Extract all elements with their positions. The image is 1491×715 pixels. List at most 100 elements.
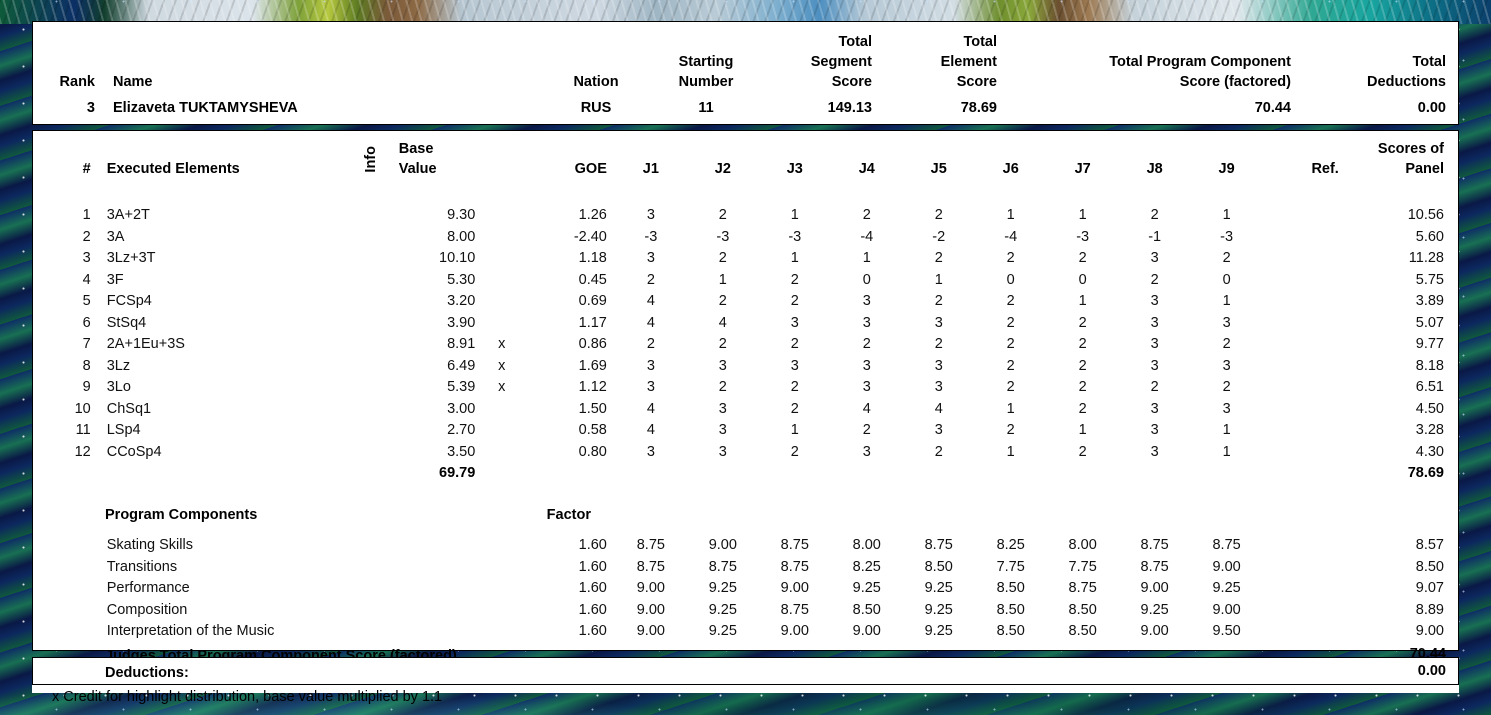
program-component-name: Composition: [106, 601, 188, 618]
pc-row-spacer-3: [426, 578, 521, 600]
element-judge-score-j1: -3: [644, 228, 658, 245]
program-components-header-row: Program Components Factor: [33, 505, 1460, 525]
element-base-value: 8.91: [447, 336, 476, 352]
element-name: 3Lo: [106, 379, 131, 395]
element-judge-score-j3: 2: [790, 293, 799, 309]
td-line1: Total: [1412, 54, 1446, 70]
element-judge-score-j9: 3: [1222, 357, 1231, 374]
col-header-goe: GOE: [574, 161, 607, 177]
element-judge-score-j7: 1: [1078, 207, 1087, 223]
table-row: 6 StSq4 3.90 1.17 4 4 3 3 3 2 2 3 3 5.07: [33, 313, 1458, 335]
element-judge-score-j8: 2: [1150, 379, 1159, 395]
pc-row-spacer-2: [389, 557, 426, 579]
element-judge-score-j6: 2: [1006, 379, 1015, 395]
element-ref: [1263, 442, 1345, 464]
program-components-title: Program Components: [105, 507, 258, 523]
tss-line1: Total: [838, 34, 872, 50]
element-judge-score-j2: -3: [716, 228, 730, 245]
element-judge-score-j5: 3: [934, 379, 943, 395]
program-component-judge-score-j7: 8.50: [1068, 623, 1097, 639]
element-judge-score-j2: 3: [718, 357, 727, 374]
deductions-value: 0.00: [1417, 663, 1446, 679]
pc-row-ref-spacer: [1263, 535, 1345, 557]
col-header-ref: Ref.: [1311, 161, 1339, 177]
program-component-judge-score-j5: 9.25: [924, 601, 953, 618]
element-number: 1: [82, 207, 91, 223]
element-judge-score-j4: 3: [862, 357, 871, 374]
element-judge-score-j4: 2: [862, 207, 871, 223]
program-component-factor: 1.60: [578, 623, 607, 639]
element-name: ChSq1: [106, 400, 152, 417]
element-judge-score-j3: 3: [790, 357, 799, 374]
element-judge-score-j2: 2: [718, 336, 727, 352]
pc-row-ref-spacer: [1263, 557, 1345, 579]
element-judge-score-j1: 3: [646, 357, 655, 374]
scores-of-panel-line2: Panel: [1405, 161, 1444, 177]
element-info-flag: x: [498, 357, 506, 374]
element-info-flag: [483, 205, 520, 227]
program-component-judge-score-j2: 9.25: [708, 580, 737, 596]
element-judge-score-j9: 2: [1222, 336, 1231, 352]
pc-row-spacer-2: [389, 621, 426, 643]
element-judge-score-j9: 3: [1222, 314, 1231, 331]
program-component-judge-score-j2: 8.75: [708, 558, 737, 575]
program-component-judge-score-j8: 8.75: [1140, 558, 1169, 575]
element-ref: [1263, 313, 1345, 335]
pc-spacer-1: [33, 505, 95, 525]
program-component-judge-score-j9: 9.00: [1212, 558, 1241, 575]
skater-nation: RUS: [580, 100, 612, 116]
element-number: 3: [82, 250, 91, 266]
element-judge-score-j2: 3: [718, 443, 727, 460]
table-row: 3 3Lz+3T 10.10 1.18 3 2 1 1 2 2 2 3 2 11.28: [33, 248, 1458, 270]
element-base-value: 3.90: [447, 314, 476, 331]
table-row: Composition 1.60 9.00 9.25 8.75 8.50 9.25 8.50 8…: [33, 600, 1458, 622]
element-judge-score-j7: 0: [1078, 271, 1087, 288]
element-judge-score-j7: 2: [1078, 379, 1087, 395]
skater-total-segment-score: 149.13: [827, 100, 872, 116]
pc-row-spacer-2: [389, 600, 426, 622]
summary-header-row: Rank Name Nation Starting Number Total S…: [33, 32, 1460, 92]
element-judge-score-j5: 2: [934, 207, 943, 223]
program-component-judge-score-j3: 9.00: [780, 623, 809, 639]
element-number: 8: [82, 357, 91, 374]
table-row: 8 3Lz 6.49 x 1.69 3 3 3 3 3 2 2 3 3 8.18: [33, 356, 1458, 378]
pc-row-spacer-3: [426, 621, 521, 643]
element-judge-score-j9: 2: [1222, 250, 1231, 266]
element-judge-score-j3: 2: [790, 336, 799, 352]
table-row: Interpretation of the Music 1.60 9.00 9.25 9…: [33, 621, 1458, 643]
protocol-sheet: Rank Name Nation Starting Number Total S…: [32, 21, 1460, 705]
element-judge-score-j9: 0: [1222, 271, 1231, 288]
element-ref: [1263, 227, 1345, 249]
pc-row-spacer-3: [426, 557, 521, 579]
element-judge-score-j6: 2: [1006, 293, 1015, 309]
element-scores-of-panel: 10.56: [1407, 207, 1444, 223]
pc-row-spacer-2: [389, 578, 426, 600]
pc-row-spacer-3: [426, 535, 521, 557]
element-ref: [1263, 291, 1345, 313]
program-component-judge-score-j2: 9.25: [708, 623, 737, 639]
element-info-flag: [483, 313, 520, 335]
program-component-judge-score-j4: 9.00: [852, 623, 881, 639]
element-info: [354, 291, 389, 313]
spacer-f: [615, 463, 1263, 485]
element-judge-score-j5: -2: [932, 228, 946, 245]
pc-row-spacer-3: [426, 600, 521, 622]
element-name: 2A+1Eu+3S: [106, 336, 185, 352]
program-component-judge-score-j2: 9.25: [708, 601, 737, 618]
element-goe: 1.18: [578, 250, 607, 266]
element-judge-score-j8: 3: [1150, 422, 1159, 438]
element-judge-score-j8: 2: [1150, 271, 1159, 288]
element-ref: [1263, 270, 1345, 292]
element-scores-of-panel: 5.60: [1415, 228, 1444, 245]
skater-summary-values: 3 Elizaveta TUKTAMYSHEVA RUS 11 149.13 7…: [33, 98, 1460, 120]
element-goe: 1.12: [578, 379, 607, 395]
element-judge-score-j3: 1: [790, 422, 799, 438]
element-name: CCoSp4: [106, 443, 162, 460]
element-judge-score-j6: 2: [1006, 422, 1015, 438]
table-row: Transitions 1.60 8.75 8.75 8.75 8.25 8.50 7.75 7…: [33, 557, 1458, 579]
col-header-j8: J8: [1146, 161, 1163, 177]
element-scores-of-panel: 5.07: [1415, 314, 1444, 331]
spacer-c: [354, 463, 389, 485]
pc-spacer-2: [379, 505, 415, 525]
element-goe: 1.26: [578, 207, 607, 223]
